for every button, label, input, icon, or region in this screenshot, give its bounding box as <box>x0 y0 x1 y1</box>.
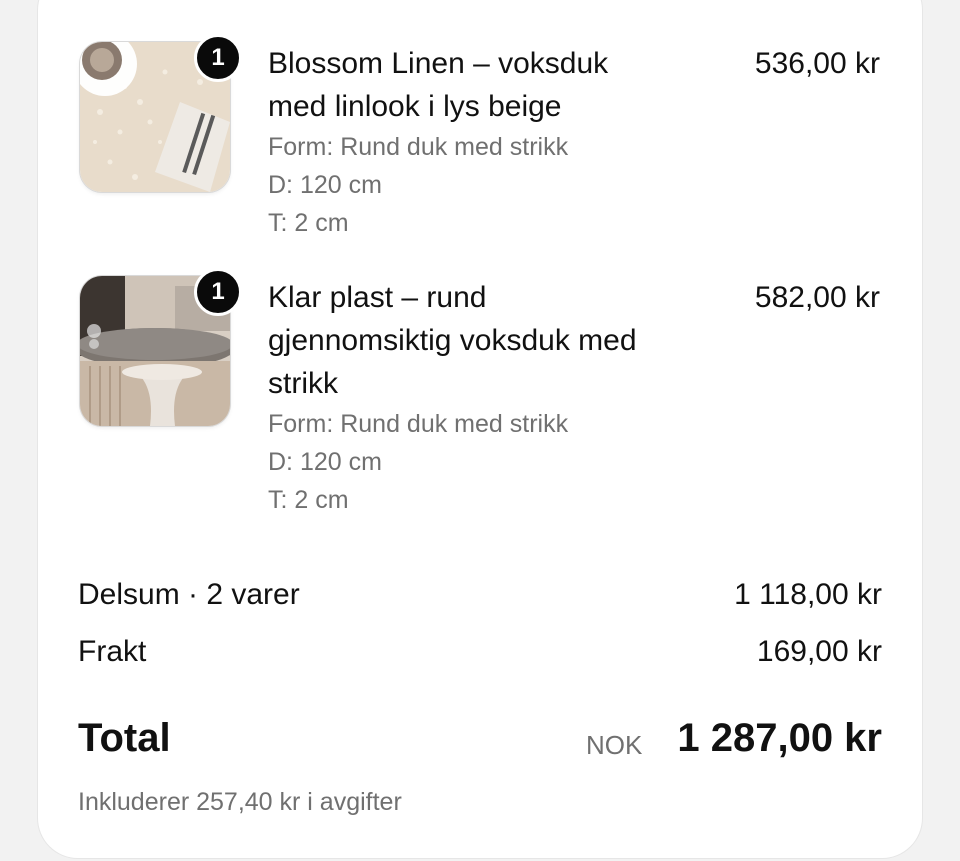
total-label: Total <box>78 716 171 760</box>
item-diameter: D: 120 cm <box>268 448 382 476</box>
item-diameter: D: 120 cm <box>268 171 382 199</box>
item-name-line: Klar plast – rund <box>268 281 487 314</box>
quantity-badge: 1 <box>194 268 242 316</box>
shipping-value: 169,00 kr <box>756 635 882 668</box>
item-name-line: strikk <box>268 367 338 400</box>
item-form: Form: Rund duk med strikk <box>268 133 569 161</box>
total-currency: NOK <box>586 730 643 760</box>
item-price: 582,00 kr <box>754 281 880 314</box>
quantity-badge: 1 <box>194 34 242 82</box>
item-price: 536,00 kr <box>754 47 880 80</box>
item-name-line: med linlook i lys beige <box>268 90 562 123</box>
subtotal-label: Delsum · 2 varer <box>78 578 300 611</box>
item-thickness: T: 2 cm <box>268 486 349 514</box>
total-value: 1 287,00 kr <box>677 716 882 760</box>
subtotal-value: 1 118,00 kr <box>734 578 882 611</box>
item-details: Blossom Linen – voksduk med linlook i ly… <box>268 42 718 242</box>
item-name-line: Blossom Linen – voksduk <box>268 47 609 80</box>
item-name-line: gjennomsiktig voksduk med <box>268 324 637 357</box>
tax-note: Inkluderer 257,40 kr i avgifter <box>78 788 402 816</box>
item-details: Klar plast – rund gjennomsiktig voksduk … <box>268 276 718 519</box>
item-thickness: T: 2 cm <box>268 209 349 237</box>
shipping-label: Frakt <box>78 635 147 668</box>
item-form: Form: Rund duk med strikk <box>268 410 569 438</box>
